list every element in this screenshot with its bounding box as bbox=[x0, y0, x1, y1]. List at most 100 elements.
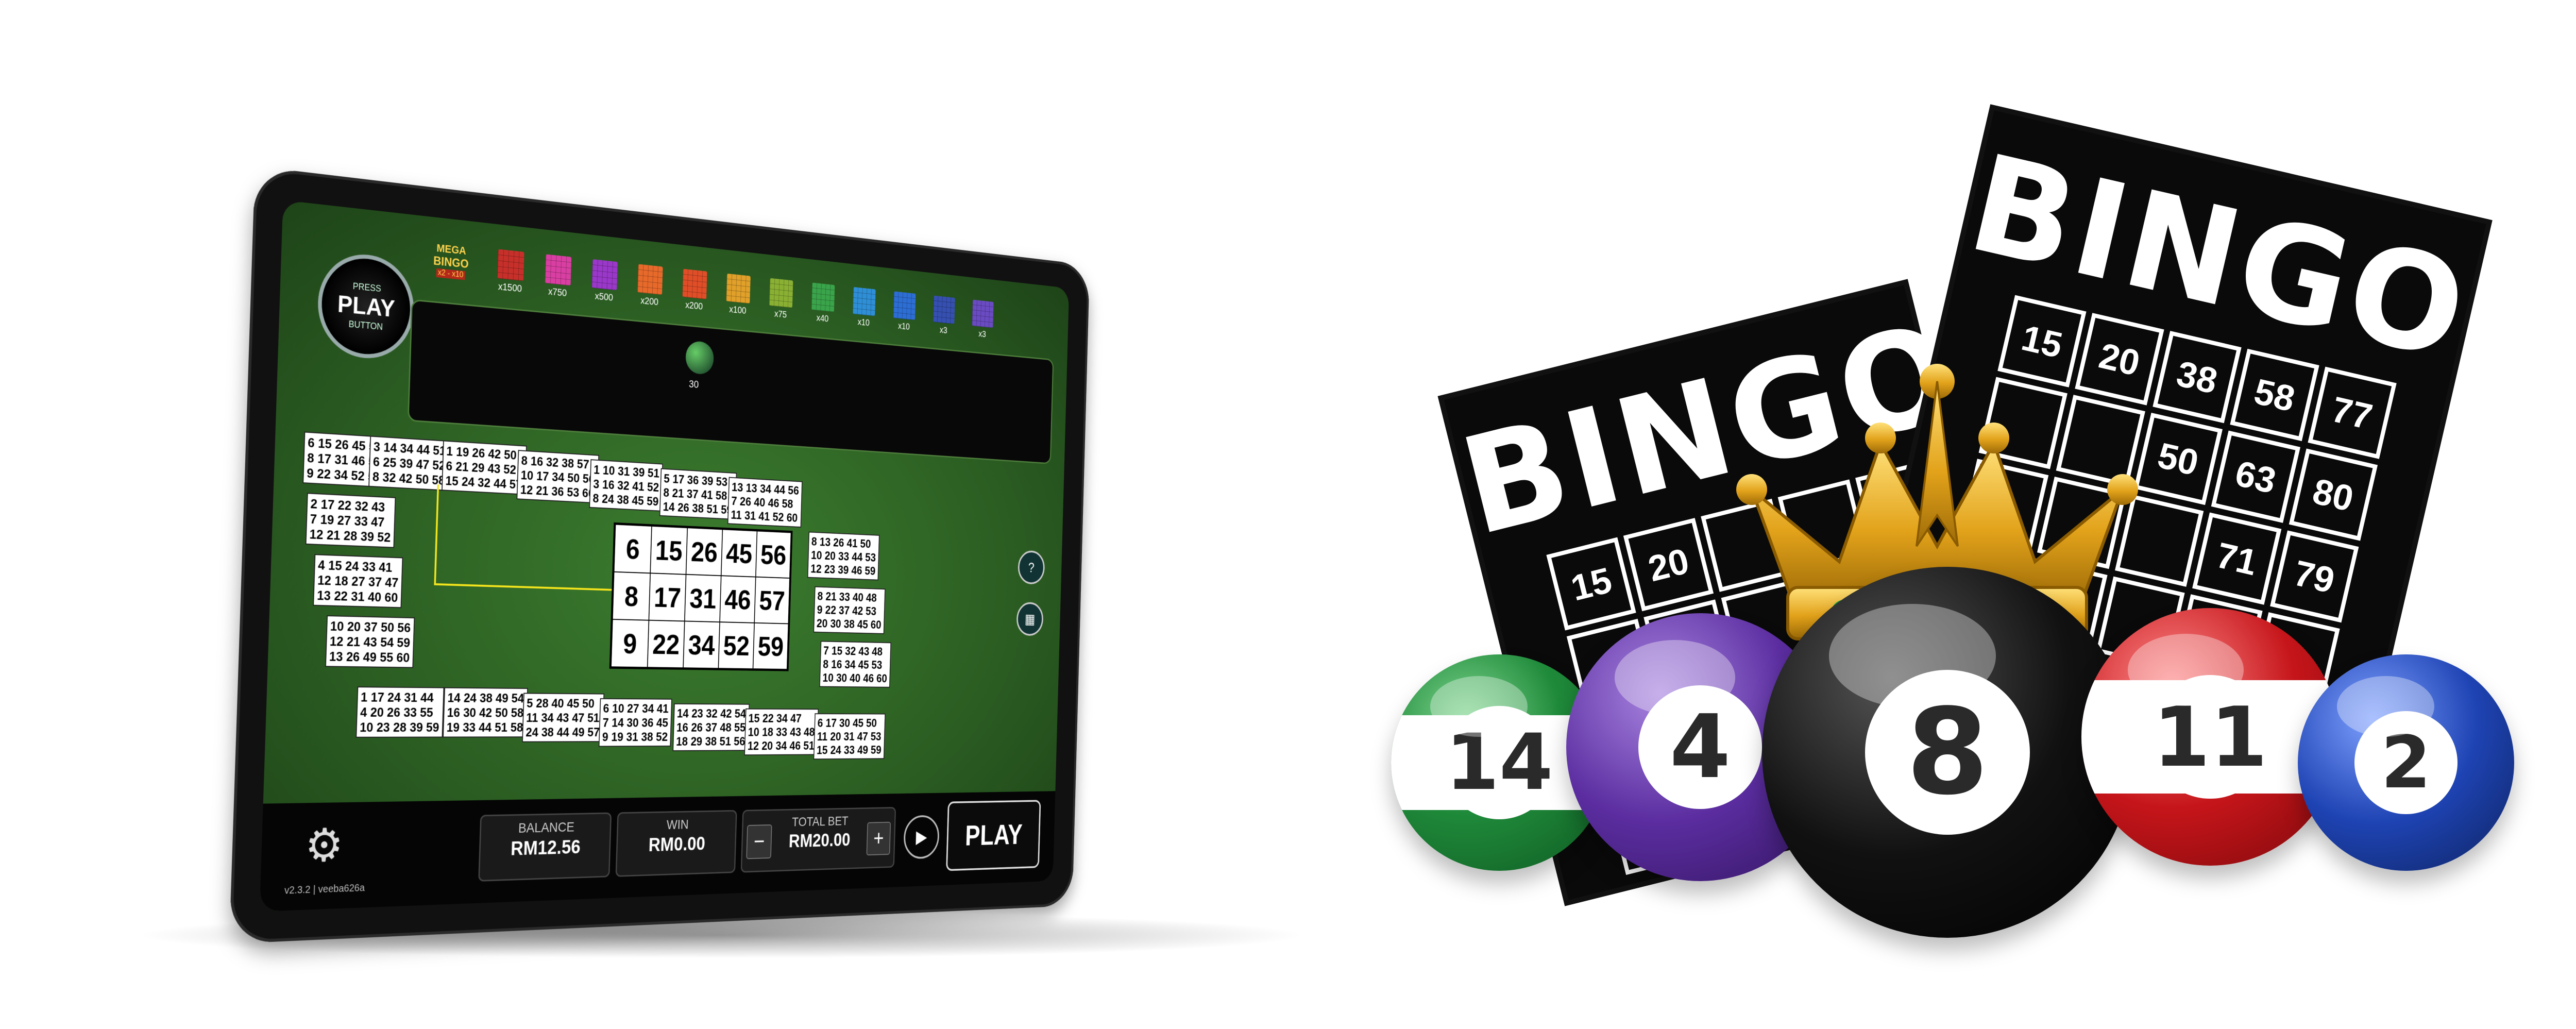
prize-pattern: x750 bbox=[540, 254, 576, 300]
focus-card-cell: 31 bbox=[684, 574, 721, 622]
bingo-card[interactable]: 1 17 24 31 44 4 20 26 33 55 10 23 28 39 … bbox=[355, 686, 444, 738]
tablet-mockup: MEGA BINGO x2 - x10 x1500 x750 x500 x200 x2… bbox=[0, 0, 1340, 1029]
focus-card-cell: 57 bbox=[754, 577, 790, 624]
version-label: v2.3.2 | veeba626a bbox=[284, 882, 365, 897]
bingo-card[interactable]: 5 28 40 45 50 11 34 43 47 51 24 38 44 49… bbox=[522, 693, 604, 743]
play-button[interactable]: PLAY bbox=[946, 800, 1041, 871]
pattern-icon bbox=[726, 273, 751, 304]
focus-card-cell: 45 bbox=[721, 529, 757, 577]
bingo-grid-cell: 15 bbox=[1546, 537, 1637, 631]
bet-increase-button[interactable]: + bbox=[866, 821, 891, 856]
bingo-card[interactable]: 3 14 34 44 51 6 25 39 47 52 8 32 42 50 5… bbox=[368, 435, 450, 491]
prize-pattern: x500 bbox=[587, 259, 621, 305]
prize-multiplier: x500 bbox=[595, 291, 614, 303]
prize-multiplier: x1500 bbox=[498, 281, 522, 295]
bingo-card[interactable]: 14 24 38 49 54 16 30 42 50 58 19 33 44 5… bbox=[443, 687, 528, 738]
prize-multiplier: x750 bbox=[548, 286, 567, 299]
pattern-icon bbox=[769, 278, 793, 308]
prize-pattern: x200 bbox=[678, 268, 711, 313]
prize-multiplier: x10 bbox=[897, 321, 910, 332]
bingo-card[interactable]: 7 15 32 43 48 8 16 34 45 53 10 30 40 46 … bbox=[819, 640, 891, 688]
focus-connector-line bbox=[434, 583, 612, 591]
prize-pattern: x10 bbox=[889, 291, 920, 333]
bingo-card[interactable]: 5 17 36 39 53 8 21 37 41 58 14 26 38 51 … bbox=[659, 468, 737, 520]
focus-card-cell: 9 bbox=[611, 619, 649, 668]
autoplay-button[interactable]: ▶ bbox=[903, 815, 940, 859]
pattern-icon bbox=[893, 291, 916, 320]
bingo-card[interactable]: 4 15 24 33 41 12 18 27 37 47 13 22 31 40… bbox=[313, 554, 403, 609]
prize-pattern-mega: x1500 bbox=[493, 249, 529, 296]
focus-card-cell: 17 bbox=[649, 573, 686, 621]
prize-pattern: x100 bbox=[722, 273, 754, 317]
focused-bingo-card[interactable]: 6 15 26 45 56 8 17 31 46 57 9 22 34 52 59 bbox=[609, 522, 793, 671]
ball-shine bbox=[1430, 676, 1528, 737]
bingo-card[interactable]: 15 22 34 47 10 18 33 43 48 12 20 34 46 5… bbox=[744, 708, 819, 756]
prize-multiplier: x200 bbox=[640, 295, 659, 308]
focus-card-cell: 15 bbox=[650, 526, 688, 575]
mini-ball-number: 30 bbox=[688, 378, 699, 391]
bet-decrease-button[interactable]: − bbox=[746, 824, 772, 859]
bingo-grid-cell: 79 bbox=[2269, 530, 2359, 623]
billiard-ball-8: 8 bbox=[1762, 567, 2133, 938]
bingo-grid-cell: 58 bbox=[2230, 348, 2319, 442]
prize-pattern: x75 bbox=[765, 278, 797, 322]
bingo-card[interactable]: 2 17 22 32 43 7 19 27 33 47 12 21 28 39 … bbox=[305, 493, 396, 548]
bingo-grid-cell: 80 bbox=[2289, 448, 2378, 541]
press-play-badge: PRESS PLAY BUTTON bbox=[316, 250, 416, 362]
balance-label: BALANCE bbox=[518, 819, 575, 836]
help-icon[interactable]: ? bbox=[1018, 550, 1045, 585]
mega-bingo-ball-icon bbox=[685, 340, 715, 376]
focus-card-cell: 6 bbox=[614, 524, 652, 573]
focus-card-cell: 8 bbox=[612, 571, 651, 620]
focus-card-cell: 46 bbox=[720, 576, 756, 623]
prize-multiplier: x10 bbox=[857, 317, 870, 328]
focus-connector bbox=[434, 484, 439, 584]
bingo-card[interactable]: 1 10 31 39 51 3 16 32 41 52 8 24 38 45 5… bbox=[589, 459, 663, 512]
pattern-icon bbox=[682, 268, 707, 299]
balance-panel: BALANCE RM12.56 bbox=[478, 812, 612, 882]
prize-pattern: x10 bbox=[849, 286, 879, 329]
prize-pattern: x200 bbox=[633, 264, 667, 309]
win-panel: WIN RM0.00 bbox=[615, 809, 737, 877]
bottom-control-bar: ⚙ v2.3.2 | veeba626a BALANCE RM12.56 WIN… bbox=[259, 791, 1056, 912]
tablet-device: MEGA BINGO x2 - x10 x1500 x750 x500 x200 x2… bbox=[229, 166, 1090, 944]
bingo-grid-cell: 77 bbox=[2308, 366, 2397, 459]
pattern-icon bbox=[637, 264, 663, 295]
ball-shine bbox=[2336, 676, 2434, 737]
focus-card-cell: 34 bbox=[683, 621, 720, 669]
billiard-ball-2: 2 bbox=[2298, 654, 2514, 871]
prize-pattern: x3 bbox=[929, 295, 958, 337]
settings-gear-icon[interactable]: ⚙ bbox=[304, 820, 348, 871]
bingo-card[interactable]: 6 10 27 34 41 7 14 30 36 45 9 19 31 38 5… bbox=[598, 698, 672, 747]
bingo-game-screen: MEGA BINGO x2 - x10 x1500 x750 x500 x200 x2… bbox=[259, 200, 1070, 912]
bingo-card[interactable]: 1 19 26 42 50 6 21 29 43 52 15 24 32 44 … bbox=[442, 440, 527, 495]
prize-multiplier: x3 bbox=[939, 325, 947, 336]
grid-icon[interactable]: ▦ bbox=[1016, 601, 1044, 636]
pattern-icon bbox=[497, 249, 524, 281]
bingo-grid-cell: 63 bbox=[2211, 430, 2300, 523]
bingo-card[interactable]: 6 17 30 45 50 11 20 31 47 53 15 24 33 49… bbox=[813, 713, 886, 760]
pattern-icon bbox=[972, 299, 994, 328]
win-value: RM0.00 bbox=[648, 833, 706, 856]
focus-card-cell: 56 bbox=[755, 531, 791, 578]
bingo-card[interactable]: 13 13 34 44 56 7 26 40 46 58 11 31 41 52… bbox=[727, 477, 803, 528]
bingo-card[interactable]: 14 23 32 42 54 16 26 37 48 55 18 29 38 5… bbox=[672, 703, 750, 751]
prize-multiplier: x3 bbox=[978, 329, 986, 340]
pattern-icon bbox=[811, 282, 835, 312]
bingo-grid-cell: 38 bbox=[2153, 331, 2242, 424]
prize-pattern: x40 bbox=[807, 282, 839, 326]
pattern-icon bbox=[591, 259, 618, 291]
prize-multiplier: x100 bbox=[729, 304, 747, 316]
bingo-grid-cell: 71 bbox=[2192, 512, 2281, 605]
ball-shine bbox=[2128, 634, 2244, 706]
pattern-icon bbox=[933, 295, 955, 324]
pattern-icon bbox=[545, 254, 572, 286]
bingo-card[interactable]: 8 13 26 41 50 10 20 33 44 53 12 23 39 46… bbox=[807, 531, 880, 581]
bingo-card[interactable]: 8 16 32 38 57 10 17 34 50 56 12 21 36 53… bbox=[516, 450, 599, 504]
bingo-card[interactable]: 8 21 33 40 48 9 22 37 42 53 20 30 38 45 … bbox=[813, 586, 886, 634]
prize-multiplier: x200 bbox=[685, 300, 703, 312]
bingo-card[interactable]: 10 20 37 50 56 12 21 43 54 59 13 26 49 5… bbox=[325, 615, 415, 668]
total-bet-panel: − TOTAL BET RM20.00 + bbox=[740, 807, 896, 873]
focus-card-cell: 52 bbox=[718, 622, 755, 669]
badge-main: PLAY bbox=[337, 290, 396, 323]
